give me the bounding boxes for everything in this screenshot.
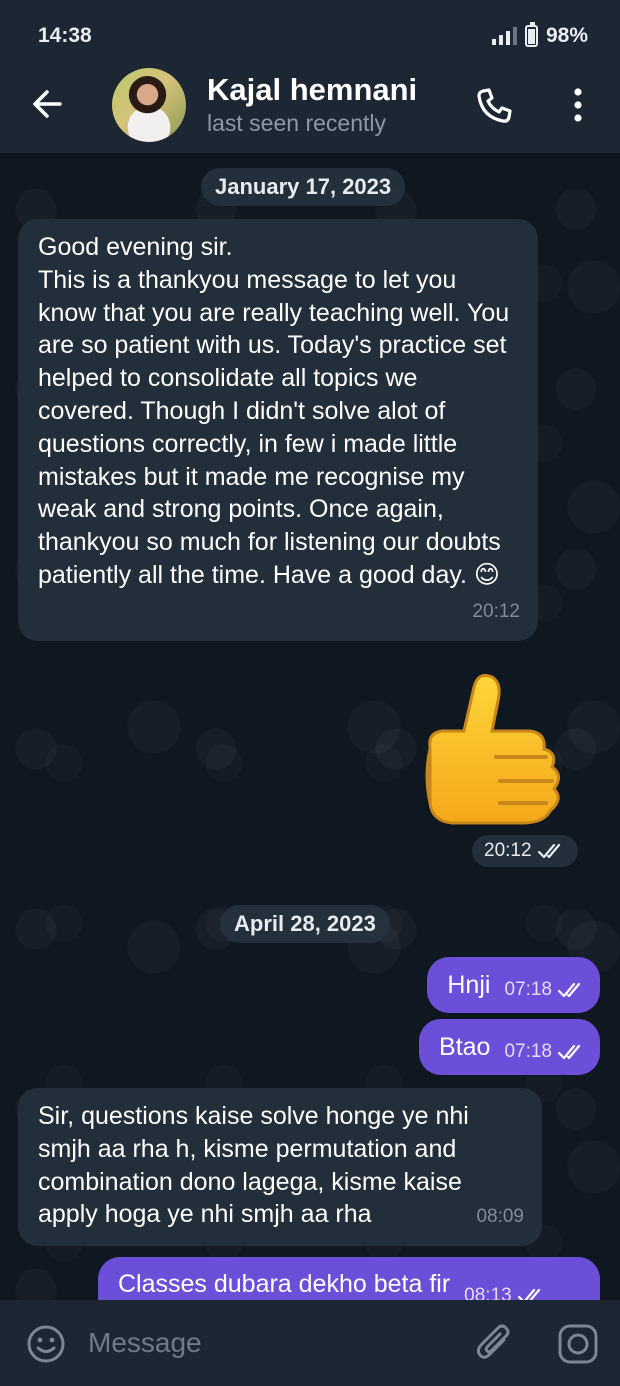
message-time: 08:09 xyxy=(476,1206,524,1228)
message-text: Good evening sir. This is a thankyou mes… xyxy=(38,233,510,589)
battery-level: 98% xyxy=(545,24,588,47)
signal-icon xyxy=(491,27,517,45)
outgoing-message[interactable]: Hnji 07:18 xyxy=(427,957,600,1013)
message-input-bar xyxy=(0,1300,620,1386)
message-time-group: 07:18 xyxy=(504,1037,586,1067)
date-separator: January 17, 2023 xyxy=(201,168,406,206)
incoming-message[interactable]: Good evening sir. This is a thankyou mes… xyxy=(18,219,538,641)
double-check-icon xyxy=(517,1288,540,1300)
message-text: Sir, questions kaise solve honge ye nhi … xyxy=(38,1102,476,1229)
double-check-icon xyxy=(558,982,581,998)
thumbs-up-sticker[interactable] xyxy=(412,665,572,835)
message-text: Hnji xyxy=(447,971,491,999)
contact-avatar[interactable] xyxy=(112,68,186,142)
sticker-time-pill: 20:12 xyxy=(472,835,578,867)
message-time-group: 07:18 xyxy=(504,975,586,1005)
chat-area[interactable]: January 17, 2023 Good evening sir. This … xyxy=(0,155,620,1300)
double-check-icon xyxy=(537,843,560,859)
message-text: Btao xyxy=(439,1033,491,1061)
message-time-group: 08:13 xyxy=(464,1281,546,1300)
outgoing-message[interactable]: Btao 07:18 xyxy=(419,1019,600,1075)
status-time: 14:38 xyxy=(38,24,92,47)
double-check-icon xyxy=(558,1044,581,1060)
contact-name[interactable]: Kajal hemnani xyxy=(207,72,417,108)
date-separator: April 28, 2023 xyxy=(220,905,390,943)
message-time: 07:18 xyxy=(504,979,552,1000)
paperclip-icon[interactable] xyxy=(474,1322,514,1366)
back-arrow-icon[interactable] xyxy=(30,86,66,122)
incoming-message[interactable]: Sir, questions kaise solve honge ye nhi … xyxy=(18,1088,542,1246)
battery-icon xyxy=(524,22,538,47)
phone-icon[interactable] xyxy=(474,86,514,126)
more-vertical-icon[interactable] xyxy=(563,86,593,126)
message-time: 20:12 xyxy=(472,601,520,623)
sticker-time: 20:12 xyxy=(484,840,532,861)
message-input[interactable] xyxy=(88,1322,448,1364)
outgoing-message[interactable]: Classes dubara dekho beta fir 08:13 xyxy=(98,1257,600,1300)
message-time: 08:13 xyxy=(464,1285,512,1300)
emoji-icon[interactable] xyxy=(26,1324,66,1364)
message-time: 07:18 xyxy=(504,1041,552,1062)
camera-icon[interactable] xyxy=(556,1322,600,1366)
contact-status: last seen recently xyxy=(207,110,386,136)
message-text: Classes dubara dekho beta fir xyxy=(118,1270,451,1298)
top-bar: 14:38 98% Kajal hemnani last seen recent… xyxy=(0,0,620,154)
status-indicators: 98% xyxy=(491,22,588,48)
